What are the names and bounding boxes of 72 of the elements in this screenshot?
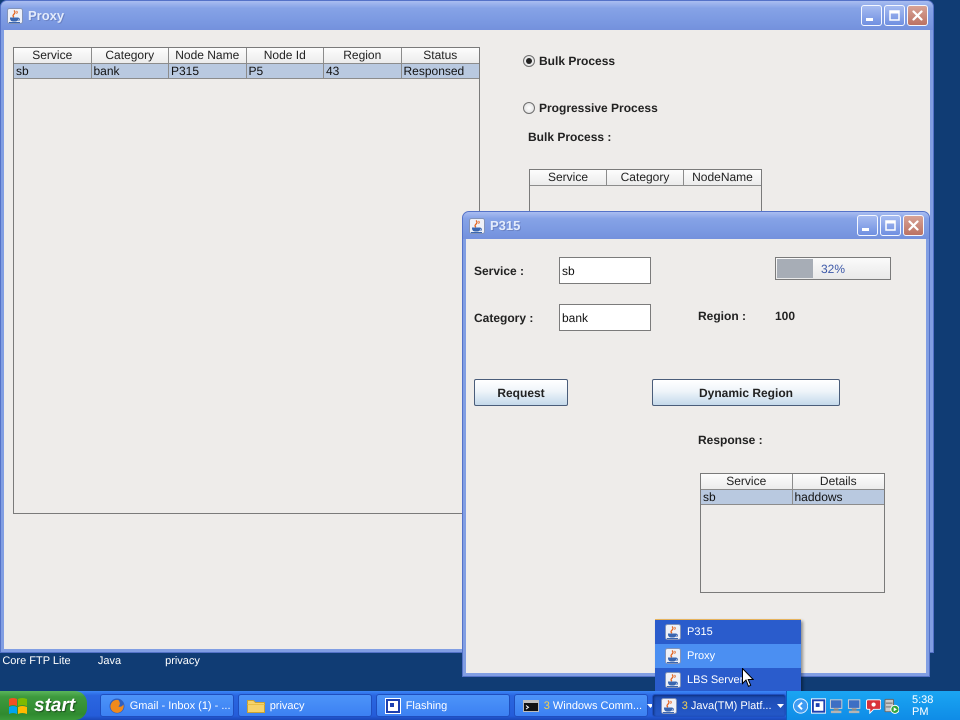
menu-item[interactable]: P315 (655, 620, 801, 644)
column-header[interactable]: Details (792, 474, 884, 490)
window-title: P315 (490, 218, 520, 233)
close-button[interactable] (903, 215, 924, 236)
desktop-icon-label[interactable]: Java (98, 655, 122, 668)
field-label: Category : (474, 310, 534, 324)
table-row[interactable]: sb bank P315 P5 43 Responsed (14, 64, 479, 79)
action-button[interactable]: Request (474, 379, 568, 406)
column-header[interactable]: Node Name (169, 48, 246, 64)
minimize-button[interactable] (861, 5, 882, 26)
table-row[interactable]: sb haddows (701, 490, 884, 505)
coffee-cup-icon (665, 672, 681, 688)
table-cell: sb (14, 64, 92, 79)
column-header[interactable]: Node Id (246, 48, 324, 64)
mouse-pointer-icon (742, 668, 754, 687)
field-label: Service : (474, 264, 524, 278)
desktop-icon-label[interactable]: privacy (165, 655, 200, 668)
coffee-cup-icon (469, 218, 485, 234)
field-label: Region : (698, 309, 746, 323)
column-header[interactable]: Status (402, 48, 479, 64)
speech-bubble-icon[interactable] (866, 698, 881, 714)
column-header[interactable]: Region (324, 48, 402, 64)
monitor-icon[interactable] (847, 698, 863, 714)
text-field[interactable]: sb (559, 257, 651, 284)
column-header[interactable]: NodeName (684, 170, 761, 186)
server-play-icon[interactable] (884, 698, 899, 714)
progress-label: 32% (820, 262, 846, 276)
coffee-cup-icon (660, 698, 677, 714)
console-icon (522, 700, 539, 712)
action-button[interactable]: Dynamic Region (652, 379, 840, 406)
start-button[interactable]: start (0, 691, 87, 720)
folder-icon (246, 698, 265, 712)
caret-icon (776, 704, 784, 708)
table-cell: Responsed (402, 64, 479, 79)
text-field[interactable]: bank (559, 304, 651, 331)
close-icon (908, 220, 919, 231)
maximize-button[interactable] (884, 5, 905, 26)
minimize-icon (862, 228, 869, 231)
minimize-icon (866, 18, 873, 21)
section-label: Bulk Process : (528, 130, 612, 144)
window-icon[interactable] (810, 698, 826, 714)
maximize-icon (885, 220, 896, 231)
maximize-icon (889, 10, 900, 21)
table-cell: P315 (169, 64, 246, 79)
table-cell: haddows (792, 490, 884, 505)
window-icon (384, 698, 401, 714)
maximize-button[interactable] (880, 215, 901, 236)
desktop-icon-label[interactable]: Core FTP Lite (2, 655, 71, 668)
window-title: Proxy (28, 8, 64, 23)
globe-icon (108, 698, 125, 714)
taskbar-button[interactable]: 3 Java(TM) Platf... (652, 694, 786, 717)
minimize-button[interactable] (857, 215, 878, 236)
close-icon (912, 10, 923, 21)
coffee-cup-icon (665, 648, 681, 664)
region-value: 100 (775, 309, 796, 323)
column-header[interactable]: Category (92, 48, 169, 64)
table-cell: P5 (246, 64, 324, 79)
column-header[interactable]: Service (530, 170, 607, 186)
table-cell: bank (92, 64, 169, 79)
column-header[interactable]: Service (14, 48, 92, 64)
flag-icon (8, 696, 28, 714)
close-button[interactable] (907, 5, 928, 26)
radio-option[interactable]: Bulk Process (523, 54, 616, 68)
column-header[interactable]: Category (607, 170, 684, 186)
coffee-cup-icon (7, 8, 23, 24)
table-cell: 43 (324, 64, 402, 79)
menu-item[interactable]: LBS Server (655, 668, 801, 692)
section-label: Response : (698, 433, 763, 447)
coffee-cup-icon (665, 624, 681, 640)
table-cell: sb (701, 490, 792, 505)
radio-option[interactable]: Progressive Process (523, 101, 658, 115)
column-header[interactable]: Service (701, 474, 792, 490)
